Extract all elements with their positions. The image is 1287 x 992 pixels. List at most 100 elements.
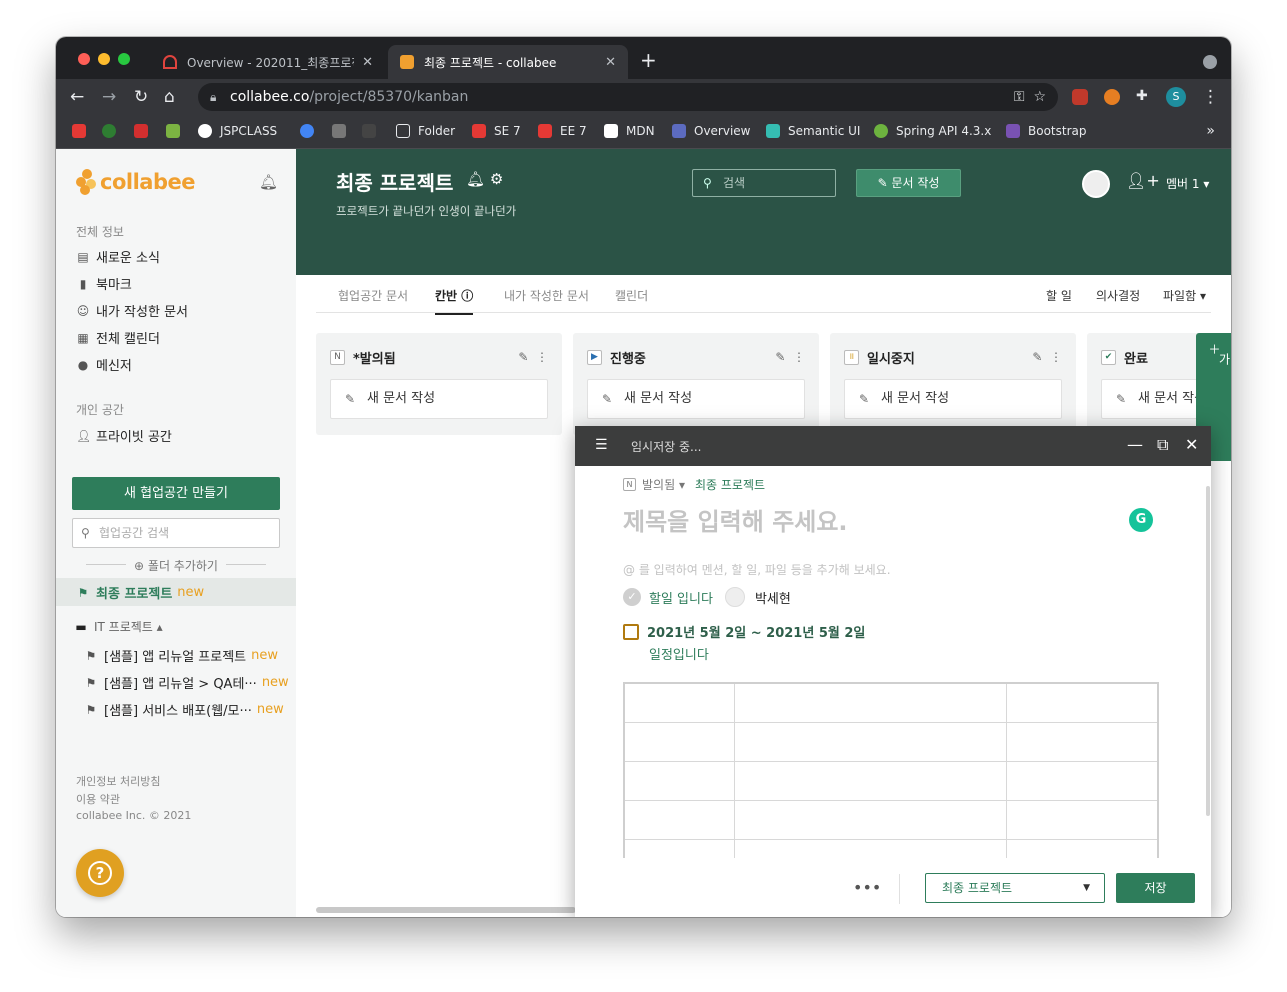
tab-search-icon[interactable] (1203, 55, 1217, 69)
browser-menu-icon[interactable]: ⋮ (1202, 87, 1219, 107)
horizontal-scrollbar[interactable] (316, 907, 576, 913)
project-title: 최종 프로젝트 (336, 171, 454, 195)
sidebar-item-private-space[interactable]: 👤︎ 프라이빗 공간 (76, 426, 172, 446)
tab-title: Overview - 202011_최종프로젝트 (187, 55, 354, 70)
project-select[interactable]: 최종 프로젝트 ▼ (925, 873, 1105, 903)
gear-icon[interactable]: ⚙ (490, 170, 503, 188)
new-badge: new (251, 648, 279, 663)
bookmark-icon[interactable] (102, 124, 124, 138)
folder-it-project[interactable]: ▬ IT 프로젝트 ▴ (74, 618, 162, 635)
checkbox-icon[interactable]: ✓ (623, 588, 641, 606)
sidebar-item-my-docs[interactable]: ☺ 내가 작성한 문서 (76, 301, 188, 321)
new-workspace-button[interactable]: 새 협업공간 만들기 (72, 477, 280, 510)
bookmark-bootstrap[interactable]: Bootstrap (1006, 124, 1086, 138)
calendar-icon (623, 623, 639, 640)
flag-icon: ⚑ (77, 585, 89, 600)
bookmark-semantic-ui[interactable]: Semantic UI (766, 124, 860, 138)
bookmark-icon[interactable] (332, 124, 354, 138)
new-tab-button[interactable]: + (640, 50, 657, 70)
schedule-date[interactable]: 2021년 5월 2일 ~ 2021년 5월 2일 (623, 622, 865, 641)
bookmark-folder[interactable]: Folder (396, 124, 455, 138)
tab-my-docs[interactable]: 내가 작성한 문서 (504, 287, 589, 304)
column-title: 일시중지 (867, 351, 915, 367)
puzzle-extensions-icon[interactable]: ✚ (1136, 88, 1152, 104)
user-avatar[interactable] (1082, 170, 1110, 198)
editor-hint[interactable]: @ 를 입력하여 멘션, 할 일, 파일 등을 추가해 보세요. (623, 561, 891, 578)
write-document-button[interactable]: ✎ 문서 작성 (856, 169, 961, 197)
sidebar-folder-item[interactable]: ⚑ [샘플] 앱 리뉴얼 > QA테··· new (84, 673, 289, 692)
add-folder-button[interactable]: ⊕ 폴더 추가하기 (72, 557, 280, 573)
reload-icon[interactable]: ↻ (134, 87, 148, 107)
tab-files[interactable]: 파일함 ▾ (1163, 287, 1206, 304)
new-document-button[interactable]: ✎ 새 문서 작성 (330, 379, 548, 419)
minimize-icon[interactable]: — (1127, 435, 1143, 454)
workspace-search-input[interactable]: ⚲ 협업공간 검색 (72, 518, 280, 548)
bookmark-spring[interactable]: Spring API 4.3.x (874, 124, 991, 138)
sidebar-item-bookmarks[interactable]: ▮ 북마크 (76, 274, 132, 294)
tab-workspace-docs[interactable]: 협업공간 문서 (338, 287, 408, 304)
notification-bell-icon[interactable]: 🔔︎ (259, 173, 278, 191)
edit-column-icon[interactable]: ✎ ⋮ (1032, 350, 1062, 364)
bookmark-star-icon[interactable]: ⚿ ☆ (1014, 83, 1046, 111)
bookmark-mdn[interactable]: MDN (604, 124, 655, 138)
tab-calendar[interactable]: 캘린더 (615, 287, 648, 304)
maximize-window-button[interactable] (118, 53, 130, 65)
bookmarks-overflow-button[interactable]: » (1206, 123, 1215, 139)
home-icon[interactable]: ⌂ (164, 87, 175, 107)
edit-column-icon[interactable]: ✎ ⋮ (775, 350, 805, 364)
bookmark-se7[interactable]: SE 7 (472, 124, 521, 138)
close-window-button[interactable] (78, 53, 90, 65)
tab-decisions[interactable]: 의사결정 (1096, 287, 1140, 304)
bookmark-icon[interactable] (300, 124, 322, 138)
back-arrow-icon[interactable]: ← (70, 87, 84, 107)
bookmark-icon[interactable] (362, 124, 384, 138)
document-title-input[interactable]: 제목을 입력해 주세요. (623, 502, 848, 537)
new-document-button[interactable]: ✎ 새 문서 작성 (587, 379, 805, 419)
sidebar-item-messenger[interactable]: ● 메신저 (76, 355, 132, 375)
bookmark-ee7[interactable]: EE 7 (538, 124, 587, 138)
bookmark-jspclass[interactable]: JSPCLASS (198, 124, 277, 138)
close-tab-icon[interactable]: ✕ (362, 55, 373, 70)
editor-table[interactable] (623, 682, 1159, 858)
address-bar[interactable]: 🔒︎ collabee.co/project/85370/kanban ⚿ ☆ (198, 83, 1058, 111)
todo-item[interactable]: ✓ 할일 입니다 박세현 (623, 587, 791, 607)
youtube-bookmark-icon[interactable] (72, 124, 94, 138)
doc-search-input[interactable]: ⚲ 검색 (692, 169, 836, 197)
bookmark-icon[interactable] (166, 124, 188, 138)
sidebar-folder-item[interactable]: ⚑ [샘플] 앱 리뉴얼 프로젝트 new (84, 646, 278, 665)
breadcrumb-project-link[interactable]: 최종 프로젝트 (695, 476, 765, 493)
grammarly-icon[interactable]: G (1129, 508, 1153, 532)
browser-tab[interactable]: Overview - 202011_최종프로젝트 ✕ (151, 45, 385, 79)
profile-avatar[interactable]: S (1166, 87, 1186, 107)
extension-icon[interactable] (1104, 89, 1120, 105)
bookmark-overview[interactable]: Overview (672, 124, 751, 138)
member-dropdown[interactable]: 멤버 1 ▾ (1166, 175, 1209, 192)
forward-arrow-icon[interactable]: → (102, 87, 116, 107)
list-menu-icon[interactable]: ☰ (595, 437, 608, 453)
edit-column-icon[interactable]: ✎ ⋮ (518, 350, 548, 364)
sidebar-item-calendar[interactable]: ▦ 전체 캘린더 (76, 328, 160, 348)
sidebar-item-final-project[interactable]: ⚑ 최종 프로젝트 new (76, 583, 205, 602)
tab-kanban[interactable]: 칸반 ⓘ (435, 287, 474, 315)
terms-link[interactable]: 이용 약관 (76, 791, 120, 807)
adblock-extension-icon[interactable] (1072, 89, 1088, 105)
browser-tab-active[interactable]: 최종 프로젝트 - collabee ✕ (388, 45, 628, 79)
bookmark-icon[interactable] (134, 124, 156, 138)
help-button[interactable]: ? (76, 849, 124, 897)
close-icon[interactable]: ✕ (1185, 435, 1198, 454)
expand-icon[interactable]: ⧉ (1157, 435, 1168, 455)
tab-todo[interactable]: 할 일 (1046, 287, 1072, 304)
privacy-policy-link[interactable]: 개인정보 처리방침 (76, 773, 160, 789)
bell-icon[interactable]: 🔔︎ (466, 170, 485, 188)
more-options-icon[interactable]: ••• (853, 878, 881, 897)
sidebar-item-news[interactable]: ▤ 새로운 소식 (76, 247, 160, 267)
minimize-window-button[interactable] (98, 53, 110, 65)
status-dropdown[interactable]: 발의됨 ▾ (642, 476, 685, 493)
sidebar-folder-item[interactable]: ⚑ [샘플] 서비스 배포(웹/모··· new (84, 700, 284, 719)
new-document-button[interactable]: ✎ 새 문서 작성 (844, 379, 1062, 419)
editor-scrollbar[interactable] (1206, 486, 1210, 816)
add-member-icon[interactable]: 👤︎+ (1126, 171, 1160, 190)
close-tab-icon[interactable]: ✕ (605, 55, 616, 70)
collabee-logo[interactable]: collabee (76, 169, 195, 195)
save-button[interactable]: 저장 (1116, 873, 1195, 903)
